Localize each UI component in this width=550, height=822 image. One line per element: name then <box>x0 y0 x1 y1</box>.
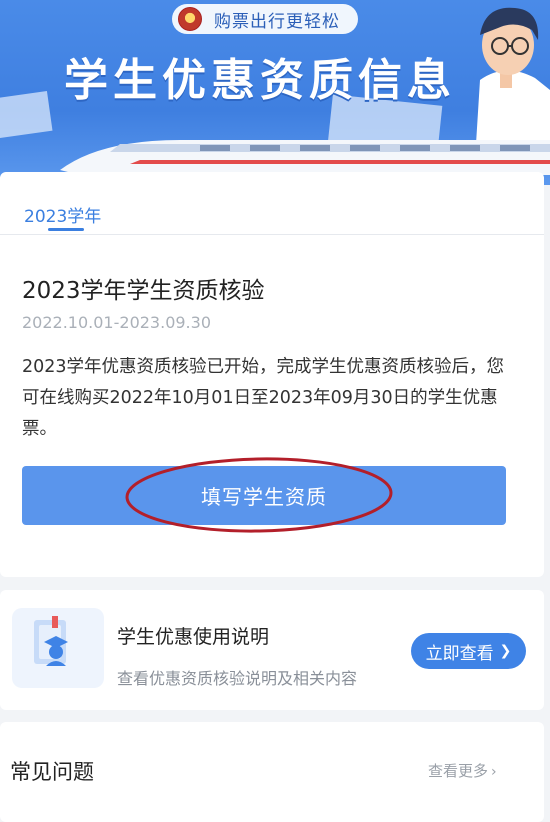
guide-card[interactable]: 学生优惠使用说明 查看优惠资质核验说明及相关内容 立即查看 ❯ <box>0 590 544 710</box>
guide-title: 学生优惠使用说明 <box>117 626 270 648</box>
banner-tagline: 购票出行更轻松 <box>214 11 340 32</box>
guide-subtitle: 查看优惠资质核验说明及相关内容 <box>117 669 358 688</box>
verification-card: 2023学年 2023学年学生资质核验 2022.10.01-2023.09.3… <box>0 172 544 577</box>
tab-2023[interactable]: 2023学年 <box>24 202 101 227</box>
fill-student-info-button[interactable]: 填写学生资质 <box>22 466 506 525</box>
page-title: 学生优惠资质信息 <box>64 55 456 106</box>
faq-more-label: 查看更多 <box>428 762 489 780</box>
student-guide-icon <box>34 616 68 666</box>
divider <box>0 234 544 235</box>
view-now-button[interactable]: 立即查看 ❯ <box>411 633 526 669</box>
verification-date-range: 2022.10.01-2023.09.30 <box>22 313 211 332</box>
guide-icon-tile <box>12 608 104 688</box>
view-now-label: 立即查看 <box>425 643 494 664</box>
railway-logo-icon <box>178 7 202 31</box>
paper-decoration <box>0 91 53 139</box>
verification-title: 2023学年学生资质核验 <box>22 278 265 304</box>
chevron-right-icon: ❯ <box>499 643 512 659</box>
faq-title: 常见问题 <box>10 760 94 784</box>
verification-description: 2023学年优惠资质核验已开始，完成学生优惠资质核验后，您可在线购买2022年1… <box>22 357 505 439</box>
chevron-right-icon: › <box>491 764 497 780</box>
tab-active-indicator <box>48 228 84 231</box>
hero-banner: 购票出行更轻松 学生优惠资质信息 <box>0 0 550 185</box>
faq-more-link[interactable]: 查看更多 › <box>428 760 497 781</box>
faq-section: 常见问题 查看更多 › <box>0 722 544 822</box>
fill-student-info-label: 填写学生资质 <box>201 485 327 509</box>
banner-tagline-pill: 购票出行更轻松 <box>172 4 358 34</box>
